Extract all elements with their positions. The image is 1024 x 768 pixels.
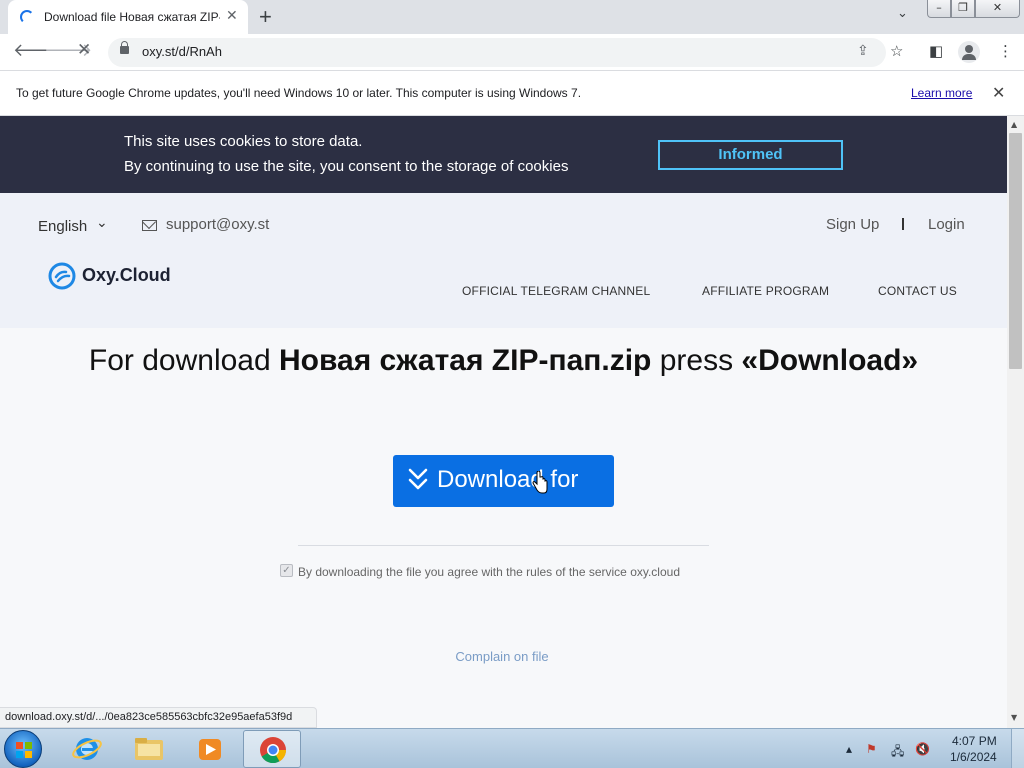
support-email-link[interactable]: support@oxy.st <box>166 216 269 233</box>
windows-taskbar: ▴ ⚑ 🖧 🔇 4:07 PM 1/6/2024 <box>0 728 1024 768</box>
download-button-label: Download for <box>437 466 579 493</box>
taskbar-media-player[interactable] <box>181 730 239 768</box>
chevron-down-icon[interactable]: ⌄ <box>96 215 108 231</box>
share-icon[interactable]: ⇪ <box>857 43 869 59</box>
cookie-banner: This site uses cookies to store data. By… <box>0 116 1007 193</box>
complain-link[interactable]: Complain on file <box>0 649 1004 664</box>
stop-loading-icon[interactable]: ✕ <box>77 40 91 60</box>
page-scrollbar[interactable]: ▲ ▼ <box>1007 116 1024 728</box>
agree-checkbox[interactable]: ✓ <box>280 564 293 577</box>
loading-spinner-icon <box>20 10 34 24</box>
internet-explorer-icon <box>72 738 102 760</box>
tab-title: Download file Новая сжатая ZIP- <box>44 10 220 24</box>
hand-cursor-icon <box>532 471 548 494</box>
oxy-cloud-logo-icon[interactable] <box>48 262 76 290</box>
network-icon[interactable]: 🖧 <box>891 742 904 763</box>
side-panel-icon[interactable]: ◧ <box>929 42 943 60</box>
lock-icon[interactable] <box>120 41 129 54</box>
taskbar-windows-explorer[interactable] <box>120 730 178 768</box>
logo-text[interactable]: Oxy.Cloud <box>82 265 171 286</box>
url-text[interactable]: oxy.st/d/RnAh <box>142 44 222 59</box>
site-header: English ⌄ support@oxy.st Sign Up Login O… <box>0 193 1007 328</box>
window-close-button[interactable]: ✕ <box>975 0 1020 18</box>
headline-prefix: For download <box>88 344 279 377</box>
start-button[interactable] <box>4 730 42 768</box>
new-tab-button[interactable]: + <box>259 4 272 30</box>
login-link[interactable]: Login <box>928 216 965 233</box>
agree-label: By downloading the file you agree with t… <box>298 565 680 579</box>
nav-telegram-channel[interactable]: OFFICIAL TELEGRAM CHANNEL <box>462 284 650 298</box>
show-desktop-button[interactable] <box>1011 729 1024 768</box>
mail-icon <box>142 220 157 231</box>
clock-date[interactable]: 1/6/2024 <box>950 750 997 764</box>
taskbar-google-chrome[interactable] <box>243 730 301 768</box>
learn-more-link[interactable]: Learn more <box>911 86 972 100</box>
folder-icon <box>135 738 163 760</box>
window-restore-button[interactable]: ❐ <box>951 0 975 18</box>
nav-contact-us[interactable]: CONTACT US <box>878 284 957 298</box>
link-status-bar: download.oxy.st/d/.../0ea823ce585563cbfc… <box>0 707 318 728</box>
sign-up-link[interactable]: Sign Up <box>826 216 879 233</box>
tab-close-icon[interactable]: ✕ <box>226 8 238 24</box>
tray-overflow-chevron-icon[interactable]: ▴ <box>846 742 852 756</box>
language-selector[interactable]: English <box>38 218 87 235</box>
scroll-up-arrow-icon[interactable]: ▲ <box>1011 120 1017 129</box>
window-minimize-button[interactable]: – <box>927 0 951 18</box>
volume-muted-icon[interactable]: 🔇 <box>915 742 930 756</box>
nav-affiliate-program[interactable]: AFFILIATE PROGRAM <box>702 284 829 298</box>
action-center-flag-icon[interactable]: ⚑ <box>866 742 877 756</box>
cookie-text-line2: By continuing to use the site, you conse… <box>124 158 569 175</box>
kebab-menu-icon[interactable]: ⋮ <box>998 42 1013 60</box>
browser-toolbar: 🡐 🡒 ✕ oxy.st/d/RnAh ⇪ ☆ ◧ ⋮ <box>0 34 1024 71</box>
divider <box>298 545 709 546</box>
cookie-text-line1: This site uses cookies to store data. <box>124 133 363 150</box>
download-headline: For download Новая сжатая ZIP-пап.zip pr… <box>0 344 1007 378</box>
download-button[interactable]: Download for <box>393 455 614 507</box>
headline-middle: press <box>651 344 742 377</box>
page-viewport: This site uses cookies to store data. By… <box>0 116 1007 728</box>
update-infobar: To get future Google Chrome updates, you… <box>0 72 1024 116</box>
clock-time[interactable]: 4:07 PM <box>952 734 997 748</box>
address-bar[interactable]: oxy.st/d/RnAh ⇪ <box>108 38 886 67</box>
auth-divider <box>902 218 904 230</box>
scroll-down-arrow-icon[interactable]: ▼ <box>1011 713 1017 722</box>
headline-action: «Download» <box>741 344 919 377</box>
taskbar-internet-explorer[interactable] <box>58 730 116 768</box>
chrome-icon <box>260 737 287 764</box>
media-player-icon <box>199 739 221 760</box>
infobar-message: To get future Google Chrome updates, you… <box>16 86 582 100</box>
infobar-close-icon[interactable]: ✕ <box>992 83 1005 102</box>
file-name: Новая сжатая ZIP-пап.zip <box>279 344 652 377</box>
double-chevron-down-icon <box>408 468 428 490</box>
tab-strip: Download file Новая сжатая ZIP- ✕ + ⌄ – … <box>0 0 1024 34</box>
scrollbar-thumb[interactable] <box>1009 133 1022 369</box>
windows-logo-icon <box>16 742 32 758</box>
tab-search-chevron-icon[interactable]: ⌄ <box>897 6 908 21</box>
cookie-accept-button[interactable]: Informed <box>658 140 843 170</box>
bookmark-star-icon[interactable]: ☆ <box>890 42 903 60</box>
profile-avatar-icon[interactable] <box>958 41 980 63</box>
browser-tab[interactable]: Download file Новая сжатая ZIP- ✕ <box>8 0 248 34</box>
